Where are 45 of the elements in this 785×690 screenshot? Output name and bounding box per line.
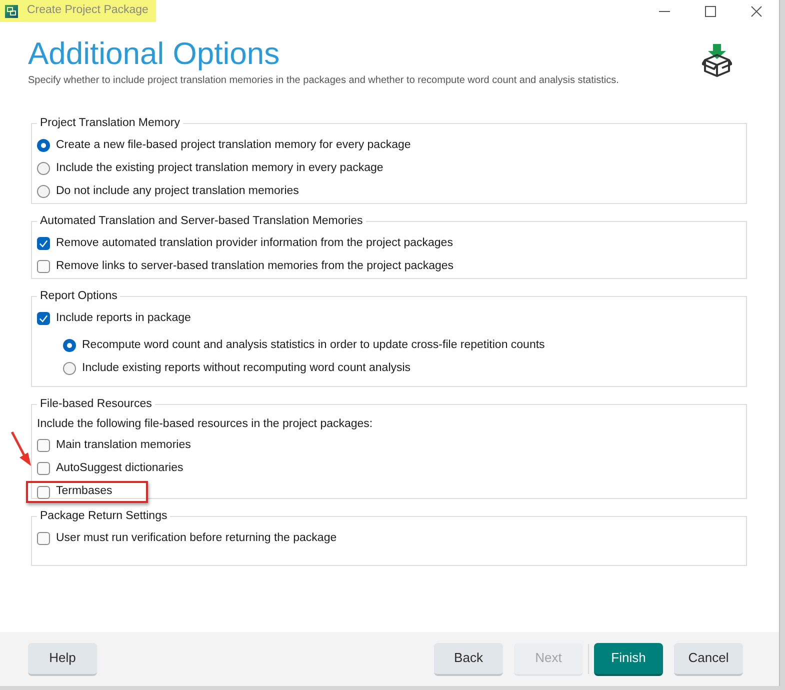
checkbox[interactable] xyxy=(37,439,50,452)
window-title: Create Project Package xyxy=(27,3,148,18)
radio-button[interactable] xyxy=(37,162,50,175)
checkbox-label: User must run verification before returning the package xyxy=(56,530,337,546)
page-heading: Additional Options xyxy=(28,35,281,73)
footer-button[interactable]: Finish xyxy=(594,642,663,676)
checkmark-icon xyxy=(39,314,48,323)
checkbox-label: Main translation memories xyxy=(56,438,191,453)
radio-label: Create a new file-based project translation memory for every package xyxy=(56,138,411,153)
checkbox[interactable] xyxy=(37,532,50,545)
app-icon xyxy=(5,4,18,18)
group-title: Report Options xyxy=(39,289,118,303)
checkbox[interactable] xyxy=(37,260,50,273)
radio-label: Include the existing project translation memory in every package xyxy=(56,160,384,176)
footer-button[interactable]: Back xyxy=(434,642,503,676)
footer-button[interactable]: Help xyxy=(28,642,97,676)
checkbox[interactable] xyxy=(37,462,50,475)
checkbox[interactable] xyxy=(37,237,50,250)
checkbox-label: Remove links to server-based translation memories from the project packages xyxy=(56,258,454,274)
checkbox[interactable] xyxy=(37,312,50,325)
checkmark-icon xyxy=(39,239,48,248)
checkbox-label: Include reports in package xyxy=(56,310,191,326)
annotation-arrow-icon xyxy=(11,431,33,467)
radio-button[interactable] xyxy=(37,185,50,198)
checkbox-label: Termbases xyxy=(56,484,112,500)
page-subtitle: Specify whether to include project translation memories in the packages and whether to recompute word count and analysis statistics. xyxy=(28,74,619,88)
package-download-icon xyxy=(702,43,732,77)
minimize-icon xyxy=(658,10,670,12)
close-icon xyxy=(750,6,762,16)
checkbox-label: AutoSuggest dictionaries xyxy=(56,460,184,476)
footer-button[interactable]: Cancel xyxy=(674,642,743,676)
radio-button[interactable] xyxy=(37,139,50,152)
checkbox-label: Remove automated translation provider information from the project packages xyxy=(56,236,453,251)
radio-label: Include existing reports without recomputing word count analysis xyxy=(82,360,411,376)
group-title: Package Return Settings xyxy=(39,509,168,523)
group-title: Project Translation Memory xyxy=(39,116,181,130)
radio-button[interactable] xyxy=(63,362,76,375)
group-title: Automated Translation and Server-based Translation Memories xyxy=(39,214,364,228)
radio-button[interactable] xyxy=(63,339,76,352)
checkbox[interactable] xyxy=(37,486,50,498)
maximize-icon xyxy=(704,6,716,16)
group-title: File-based Resources xyxy=(39,397,153,411)
description-text: Include the following file-based resources in the project packages: xyxy=(37,416,373,432)
radio-label: Recompute word count and analysis statistics in order to update cross-file repetition counts xyxy=(82,338,545,353)
radio-label: Do not include any project translation memories xyxy=(56,184,299,199)
